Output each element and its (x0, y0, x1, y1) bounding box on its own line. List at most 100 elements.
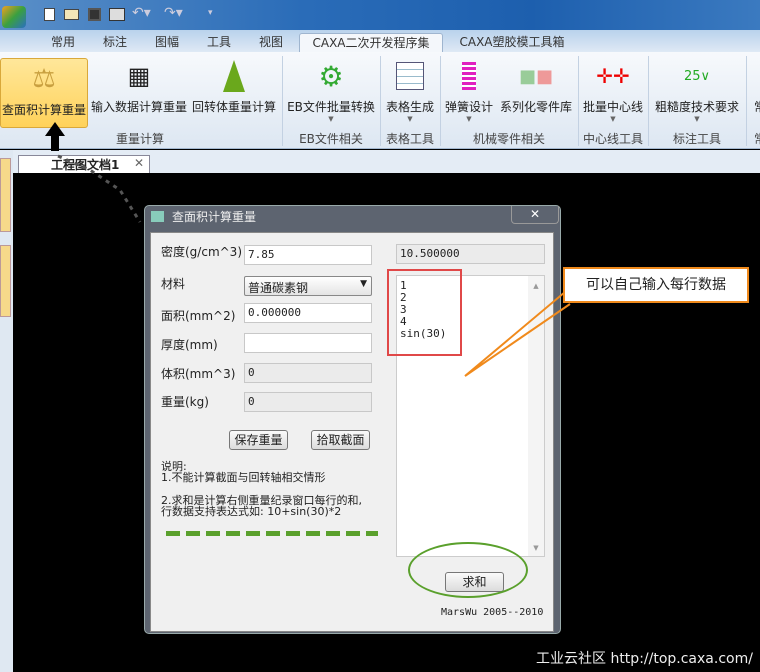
area-label: 面积(mm^2) (161, 309, 236, 323)
note-line: 1.不能计算截面与回转轴相交情形 (161, 471, 326, 484)
revolve-weight-button[interactable]: 回转体重量计算 (190, 56, 278, 126)
group-label: 常 (753, 132, 760, 146)
app-logo-icon[interactable] (2, 6, 26, 28)
new-file-icon[interactable] (44, 8, 55, 21)
area-input[interactable]: 0.000000 (244, 303, 372, 323)
button-label: EB文件批量转换 (287, 100, 375, 114)
button-label: 输入数据计算重量 (90, 100, 187, 114)
watermark: 工业云社区 http://top.caxa.com/ (536, 651, 753, 667)
material-label: 材料 (161, 277, 186, 291)
material-value: 普通碳素钢 (248, 281, 309, 295)
scroll-down-icon[interactable]: ▼ (528, 544, 544, 552)
gear-refresh-icon: ⚙ (318, 59, 344, 93)
group-separator (578, 56, 579, 146)
tab-common[interactable]: 常用 (44, 33, 82, 52)
group-separator (648, 56, 649, 146)
table-icon (382, 56, 438, 96)
button-label: 查面积计算重量 (1, 103, 86, 117)
scroll-up-icon[interactable]: ▲ (528, 282, 544, 290)
note-line: 行数据支持表达式如: 10+sin(30)*2 (161, 505, 342, 518)
part-library-button[interactable]: ■ ■ 系列化零件库 (497, 56, 575, 126)
cone-icon (190, 56, 278, 96)
dotted-pointer (57, 154, 142, 223)
batch-centerline-button[interactable]: ✛✛ 批量中心线 ▼ (580, 56, 646, 126)
material-select[interactable]: 普通碳素钢 ▼ (244, 276, 372, 296)
group-label: 重量计算 (115, 132, 164, 146)
undo-icon[interactable]: ↶▾ (132, 5, 151, 21)
scale-icon: ⚖ (32, 64, 56, 94)
arrow-shaft (51, 135, 59, 151)
common-button[interactable]: 常 (750, 98, 760, 118)
roughness-value: 25 (683, 68, 701, 84)
dropdown-icon: ▼ (694, 115, 700, 123)
area-weight-button[interactable]: ⚖ 查面积计算重量 (0, 58, 88, 128)
group-label: 中心线工具 (582, 132, 643, 146)
group-label: EB文件相关 (299, 132, 363, 146)
print-icon[interactable] (109, 8, 125, 21)
dialog-title: 查面积计算重量 (172, 210, 257, 224)
side-tab-1[interactable] (0, 158, 11, 232)
title-bar: ↶▾ ↷▾ ▾ (0, 0, 760, 30)
callout-box: 可以自己输入每行数据 (563, 267, 749, 303)
input-data-weight-button[interactable]: ▦ 输入数据计算重量 (89, 56, 189, 126)
thickness-input[interactable] (244, 333, 372, 353)
pick-section-button[interactable]: 拾取截面 (311, 430, 370, 450)
button-label: 粗糙度技术要求 (654, 100, 739, 114)
save-icon[interactable] (88, 8, 101, 21)
tab-tools[interactable]: 工具 (200, 33, 238, 52)
dropdown-icon: ▼ (407, 115, 413, 123)
spring-design-button[interactable]: 弹簧设计 ▼ (442, 56, 496, 126)
group-separator (746, 56, 747, 146)
eb-batch-convert-button[interactable]: ⚙ EB文件批量转换 ▼ (284, 56, 378, 126)
callout-text: 可以自己输入每行数据 (586, 277, 726, 293)
callout-pointer (464, 291, 571, 377)
save-weight-button[interactable]: 保存重量 (229, 430, 288, 450)
dropdown-icon: ▼ (466, 115, 472, 123)
roughness-icon: 25 ∨ (683, 68, 711, 84)
roughness-button[interactable]: 25 ∨ 粗糙度技术要求 ▼ (650, 56, 744, 126)
red-highlight-box (387, 269, 462, 356)
volume-output: 0 (244, 363, 372, 383)
dialog-title-bar: 查面积计算重量 (151, 206, 256, 231)
tab-annotate[interactable]: 标注 (96, 33, 134, 52)
dropdown-icon: ▼ (328, 115, 334, 123)
tab-view[interactable]: 视图 (252, 33, 290, 52)
redo-icon[interactable]: ↷▾ (164, 5, 183, 21)
weight-label: 重量(kg) (161, 395, 209, 409)
dialog-close-button[interactable]: ✕ (511, 206, 559, 224)
green-ellipse (408, 542, 528, 598)
button-label: 表格生成 (385, 100, 434, 114)
ribbon: ⚖ 查面积计算重量 ▦ 输入数据计算重量 回转体重量计算 重量计算 ⚙ EB文件… (0, 52, 760, 149)
group-separator (282, 56, 283, 146)
button-label: 回转体重量计算 (191, 100, 276, 114)
tab-caxa-mold[interactable]: CAXA塑胶模工具箱 (452, 33, 572, 52)
customize-icon[interactable]: ▾ (208, 8, 213, 18)
group-label: 表格工具 (385, 132, 434, 146)
green-dash-underline (166, 531, 378, 536)
tab-frame[interactable]: 图幅 (148, 33, 186, 52)
weight-output: 0 (244, 392, 372, 412)
chevron-down-icon: ▼ (360, 279, 367, 289)
button-label: 弹簧设计 (444, 100, 493, 114)
side-panel-strip (0, 150, 13, 672)
button-label: 系列化零件库 (499, 100, 572, 114)
ribbon-tabs: 常用 标注 图幅 工具 视图 CAXA二次开发程序集 CAXA塑胶模工具箱 (0, 30, 760, 52)
density-label: 密度(g/cm^3) (161, 245, 243, 259)
open-icon[interactable] (64, 9, 79, 20)
density-input[interactable]: 7.85 (244, 245, 372, 265)
cubes-icon: ■ ■ (518, 65, 554, 87)
calculator-icon: ▦ (127, 62, 151, 90)
group-label: 机械零件相关 (472, 132, 545, 146)
group-separator (440, 56, 441, 146)
arrow-up-icon (45, 122, 65, 136)
volume-label: 体积(mm^3) (161, 367, 236, 381)
sum-result-field: 10.500000 (396, 244, 545, 264)
close-icon: ✕ (529, 207, 541, 221)
credit-text: MarsWu 2005--2010 (441, 607, 544, 618)
tab-caxa-dev[interactable]: CAXA二次开发程序集 (299, 33, 443, 52)
table-generate-button[interactable]: 表格生成 ▼ (382, 56, 438, 126)
dialog-icon (151, 211, 164, 222)
side-tab-2[interactable] (0, 245, 11, 317)
thickness-label: 厚度(mm) (161, 338, 218, 352)
notes: 说明: 1.不能计算截面与回转轴相交情形 2.求和是计算右侧重量纪录窗口每行的和… (161, 461, 362, 517)
